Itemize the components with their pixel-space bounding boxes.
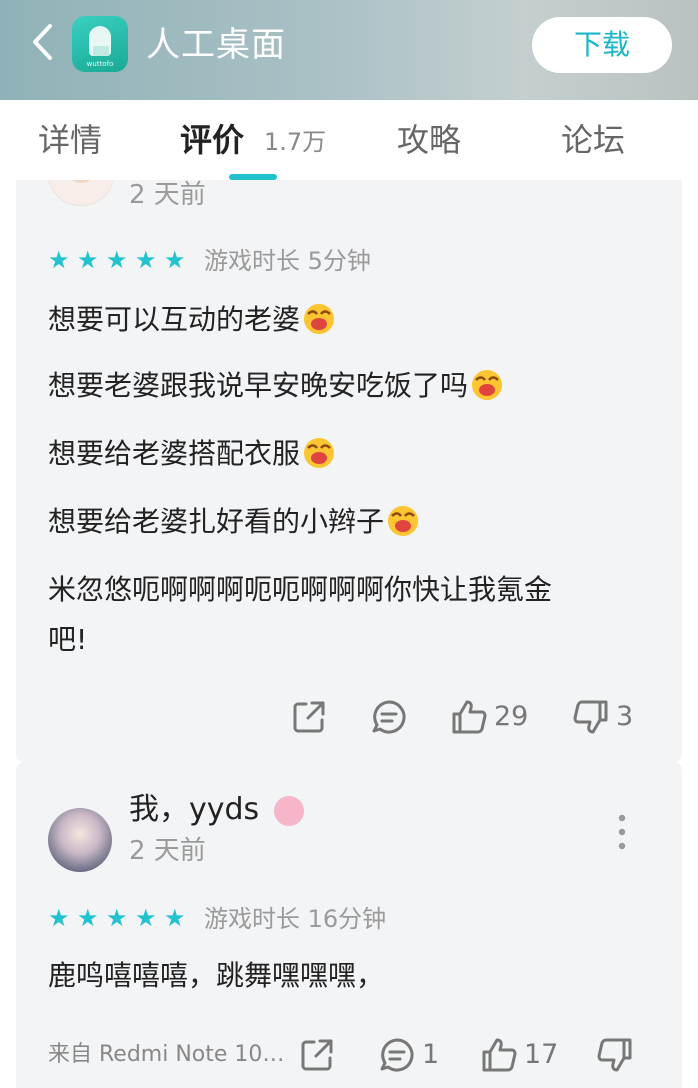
- dislike-action[interactable]: [596, 1036, 634, 1074]
- comment-count: 1: [422, 1039, 440, 1070]
- review-text-line: 想要可以互动的老婆: [48, 300, 336, 340]
- review-time: 2 天前: [129, 180, 206, 210]
- crying-face-emoji-icon: [472, 370, 503, 400]
- comment-icon[interactable]: [370, 698, 408, 736]
- app-header: wuttofo 人工桌面 下载: [0, 0, 698, 100]
- tab-details[interactable]: 详情: [38, 116, 102, 164]
- rating-stars: ★ ★ ★ ★ ★: [48, 906, 188, 930]
- like-action[interactable]: 29: [450, 698, 528, 736]
- more-options-icon[interactable]: [620, 180, 628, 182]
- review-text-line: 想要给老婆扎好看的小辫子: [48, 502, 420, 542]
- crying-face-emoji-icon: [388, 506, 419, 536]
- playtime: 游戏时长 5分钟: [204, 247, 371, 275]
- back-arrow-icon[interactable]: [30, 22, 56, 62]
- download-button[interactable]: 下载: [532, 17, 672, 73]
- review-time: 2 天前: [129, 836, 206, 866]
- user-badge-icon: [274, 796, 304, 826]
- reviews-list[interactable]: 2 天前 ★ ★ ★ ★ ★ 游戏时长 5分钟 想要可以互动的老婆 想要老婆跟我…: [0, 180, 698, 1088]
- username[interactable]: 我，yyds: [129, 790, 259, 830]
- share-action[interactable]: [290, 698, 328, 736]
- app-icon-caption: wuttofo: [86, 60, 114, 68]
- share-icon[interactable]: [298, 1036, 336, 1074]
- review-text-line: 想要给老婆搭配衣服: [48, 434, 336, 474]
- tab-bar: 详情 评价 1.7万 攻略 论坛: [0, 100, 698, 180]
- thumbs-up-icon[interactable]: [450, 698, 488, 736]
- comment-action[interactable]: [370, 698, 408, 736]
- star-icon: ★: [164, 246, 186, 274]
- review-text-line: 想要老婆跟我说早安晚安吃饭了吗: [48, 366, 504, 406]
- star-icon: ★: [106, 246, 128, 274]
- more-options-icon[interactable]: [617, 812, 627, 852]
- like-count: 29: [494, 701, 529, 732]
- share-action[interactable]: [298, 1036, 336, 1074]
- thumbs-down-icon[interactable]: [572, 698, 610, 736]
- like-count: 17: [524, 1039, 559, 1070]
- playtime: 游戏时长 16分钟: [204, 905, 387, 933]
- dislike-count: 3: [616, 701, 634, 732]
- review-text-line: 吧!: [48, 623, 88, 656]
- tab-forum[interactable]: 论坛: [561, 116, 625, 164]
- avatar[interactable]: [48, 808, 112, 872]
- comment-action[interactable]: 1: [378, 1036, 439, 1074]
- star-icon: ★: [48, 246, 70, 274]
- star-icon: ★: [135, 246, 157, 274]
- rating-stars: ★ ★ ★ ★ ★: [48, 248, 188, 272]
- review-text-line: 鹿鸣嘻嘻嘻，跳舞嘿嘿嘿，: [48, 959, 385, 992]
- review-text-line: 米忽悠呃啊啊啊呃呃啊啊啊你快让我氪金: [48, 573, 553, 606]
- comment-icon[interactable]: [378, 1036, 416, 1074]
- device-source: 来自 Redmi Note 10…: [48, 1042, 285, 1067]
- crying-face-emoji-icon: [304, 438, 335, 468]
- like-action[interactable]: 17: [480, 1036, 558, 1074]
- dislike-action[interactable]: 3: [572, 698, 633, 736]
- crying-face-emoji-icon: [304, 304, 335, 334]
- thumbs-up-icon[interactable]: [480, 1036, 518, 1074]
- share-icon[interactable]: [290, 698, 328, 736]
- tab-reviews-count: 1.7万: [264, 128, 327, 156]
- star-icon: ★: [77, 904, 99, 932]
- tab-reviews[interactable]: 评价: [180, 116, 244, 164]
- app-icon: wuttofo: [72, 16, 128, 72]
- app-title: 人工桌面: [146, 25, 286, 65]
- star-icon: ★: [48, 904, 70, 932]
- star-icon: ★: [77, 246, 99, 274]
- star-icon: ★: [106, 904, 128, 932]
- star-icon: ★: [135, 904, 157, 932]
- star-icon: ★: [164, 904, 186, 932]
- thumbs-down-icon[interactable]: [596, 1036, 634, 1074]
- tab-guides[interactable]: 攻略: [397, 116, 461, 164]
